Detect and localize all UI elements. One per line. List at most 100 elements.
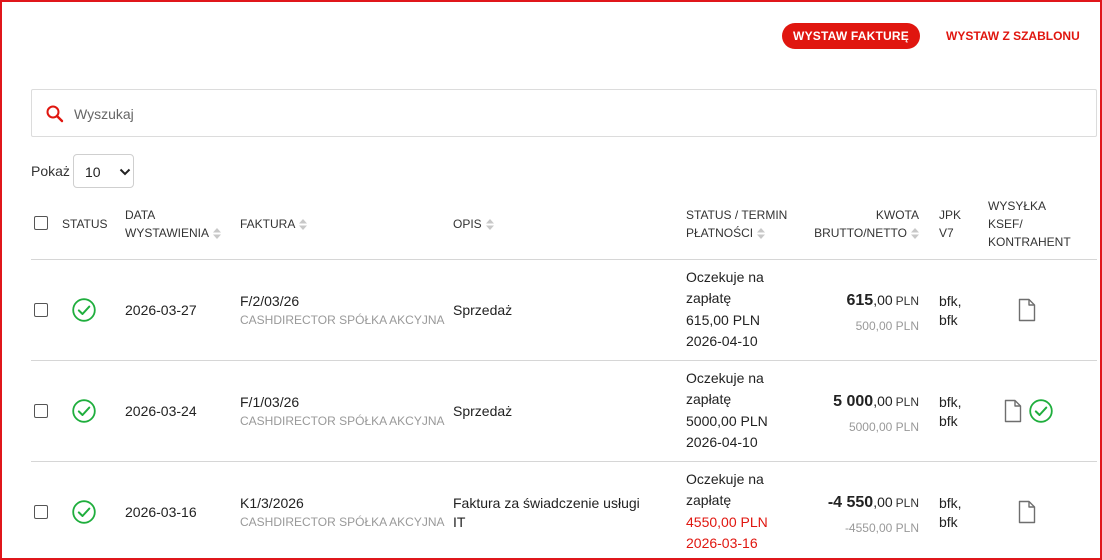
- th-payment-status[interactable]: STATUS / TERMIN PŁATNOŚCI: [686, 206, 787, 242]
- payment-status-line2: zapłatę: [686, 391, 732, 408]
- page-size-select[interactable]: 10: [73, 154, 134, 188]
- row-checkbox[interactable]: [34, 404, 48, 418]
- description: Sprzedaż: [453, 302, 513, 318]
- payment-amount: 4550,00 PLN: [686, 513, 768, 530]
- payment-status-line1: Oczekuje na: [686, 269, 764, 285]
- invoices-panel: WYSTAW FAKTURĘ WYSTAW Z SZABLONU Pokaż 1…: [0, 0, 1102, 560]
- th-payment-status-line2: PŁATNOŚCI: [686, 226, 754, 240]
- amount: 615,00 PLN 500,00 PLN: [782, 292, 919, 333]
- header-divider: [31, 259, 1097, 260]
- document-icon[interactable]: [1018, 500, 1036, 524]
- jpk-code-2: bfk: [939, 514, 958, 530]
- gross-amount-decimal: ,00: [873, 292, 893, 308]
- th-issue-date[interactable]: DATA WYSTAWIENIA: [125, 206, 221, 242]
- document-icon[interactable]: [1004, 399, 1022, 423]
- th-ksef-line2: KSEF/: [988, 217, 1023, 231]
- gross-currency: PLN: [895, 395, 919, 409]
- check-circle-icon: [1029, 399, 1053, 423]
- th-payment-status-line1: STATUS / TERMIN: [686, 208, 788, 222]
- th-amount[interactable]: KWOTA BRUTTO/NETTO: [782, 206, 919, 242]
- payment-status-line2: zapłatę: [686, 290, 732, 307]
- jpk-codes: bfk, bfk: [939, 393, 962, 431]
- jpk-code-1: bfk,: [939, 394, 962, 410]
- th-issue-date-line1: DATA: [125, 208, 156, 222]
- th-jpk-line2: V7: [939, 226, 954, 240]
- due-date: 2026-04-10: [686, 433, 758, 450]
- invoice-number[interactable]: F/2/03/26: [240, 293, 299, 309]
- sort-icon: [911, 228, 919, 240]
- issue-invoice-button[interactable]: WYSTAW FAKTURĘ: [782, 23, 920, 49]
- issue-date: 2026-03-16: [125, 504, 197, 520]
- description-line1: Faktura za świadczenie usługi: [453, 495, 640, 511]
- jpk-code-2: bfk: [939, 312, 958, 328]
- row-divider: [31, 360, 1097, 361]
- check-circle-icon: [72, 298, 96, 322]
- payment-amount: 5000,00 PLN: [686, 412, 768, 429]
- gross-amount-decimal: ,00: [873, 393, 893, 409]
- invoice-number[interactable]: K1/3/2026: [240, 495, 304, 511]
- description: Sprzedaż: [453, 403, 513, 419]
- check-circle-icon: [72, 500, 96, 524]
- gross-amount-integer: 615: [846, 292, 874, 309]
- page-size-label: Pokaż: [31, 163, 70, 179]
- jpk-code-2: bfk: [939, 413, 958, 429]
- th-description[interactable]: OPIS: [453, 215, 494, 233]
- th-amount-line1: KWOTA: [875, 208, 919, 222]
- payment-amount: 615,00 PLN: [686, 311, 760, 328]
- gross-amount-integer: 5 000: [833, 393, 874, 410]
- net-amount: -4550,00 PLN: [844, 521, 919, 535]
- sort-icon: [299, 219, 308, 231]
- issue-from-template-button[interactable]: WYSTAW Z SZABLONU: [946, 26, 1088, 46]
- th-invoice[interactable]: FAKTURA: [240, 215, 308, 233]
- payment-status: Oczekuje na zapłatę 615,00 PLN 2026-04-1…: [686, 267, 782, 352]
- gross-currency: PLN: [895, 496, 919, 510]
- payment-status: Oczekuje na zapłatę 4550,00 PLN 2026-03-…: [686, 469, 782, 554]
- page-size-value: 10: [85, 164, 101, 180]
- amount: 5 000,00 PLN 5000,00 PLN: [782, 393, 919, 434]
- payment-status-line1: Oczekuje na: [686, 370, 764, 386]
- th-jpk: JPK V7: [939, 206, 961, 242]
- th-ksef-line1: WYSYŁKA: [988, 199, 1047, 213]
- description-line2: IT: [453, 514, 466, 530]
- th-status[interactable]: STATUS: [62, 215, 108, 233]
- th-invoice-label: FAKTURA: [240, 217, 296, 231]
- net-amount: 500,00 PLN: [855, 319, 919, 333]
- search-input[interactable]: [72, 99, 1076, 129]
- jpk-code-1: bfk,: [939, 495, 962, 511]
- sort-icon: [757, 228, 766, 240]
- payment-status: Oczekuje na zapłatę 5000,00 PLN 2026-04-…: [686, 368, 782, 453]
- search-icon: [46, 105, 64, 123]
- row-checkbox[interactable]: [34, 303, 48, 317]
- row-divider: [31, 461, 1097, 462]
- client-name: CASHDIRECTOR SPÓŁKA AKCYJNA: [240, 313, 445, 327]
- issue-date: 2026-03-27: [125, 302, 197, 318]
- due-date: 2026-04-10: [686, 332, 758, 349]
- th-issue-date-line2: WYSTAWIENIA: [125, 226, 209, 240]
- th-amount-line2: BRUTTO/NETTO: [814, 226, 907, 240]
- sort-icon: [485, 219, 494, 231]
- gross-currency: PLN: [895, 294, 919, 308]
- document-icon[interactable]: [1018, 298, 1036, 322]
- jpk-codes: bfk, bfk: [939, 494, 962, 532]
- select-all-checkbox[interactable]: [34, 216, 48, 230]
- issue-date: 2026-03-24: [125, 403, 197, 419]
- th-status-label: STATUS: [62, 217, 108, 231]
- chevron-down-icon: [119, 168, 131, 176]
- row-checkbox[interactable]: [34, 505, 48, 519]
- th-description-label: OPIS: [453, 217, 482, 231]
- invoice-number[interactable]: F/1/03/26: [240, 394, 299, 410]
- net-amount: 5000,00 PLN: [848, 420, 919, 434]
- search-box[interactable]: [31, 89, 1097, 137]
- check-circle-icon: [72, 399, 96, 423]
- payment-status-line1: Oczekuje na: [686, 471, 764, 487]
- jpk-codes: bfk, bfk: [939, 292, 962, 330]
- th-ksef: WYSYŁKA KSEF/ KONTRAHENT: [988, 197, 1071, 251]
- description: Faktura za świadczenie usługi IT: [453, 494, 640, 532]
- th-ksef-line3: KONTRAHENT: [988, 235, 1071, 249]
- gross-amount-decimal: ,00: [873, 494, 893, 510]
- due-date: 2026-03-16: [686, 534, 758, 551]
- gross-amount-integer: -4 550: [827, 494, 874, 511]
- sort-icon: [213, 228, 221, 240]
- amount: -4 550,00 PLN -4550,00 PLN: [782, 494, 919, 535]
- client-name: CASHDIRECTOR SPÓŁKA AKCYJNA: [240, 414, 445, 428]
